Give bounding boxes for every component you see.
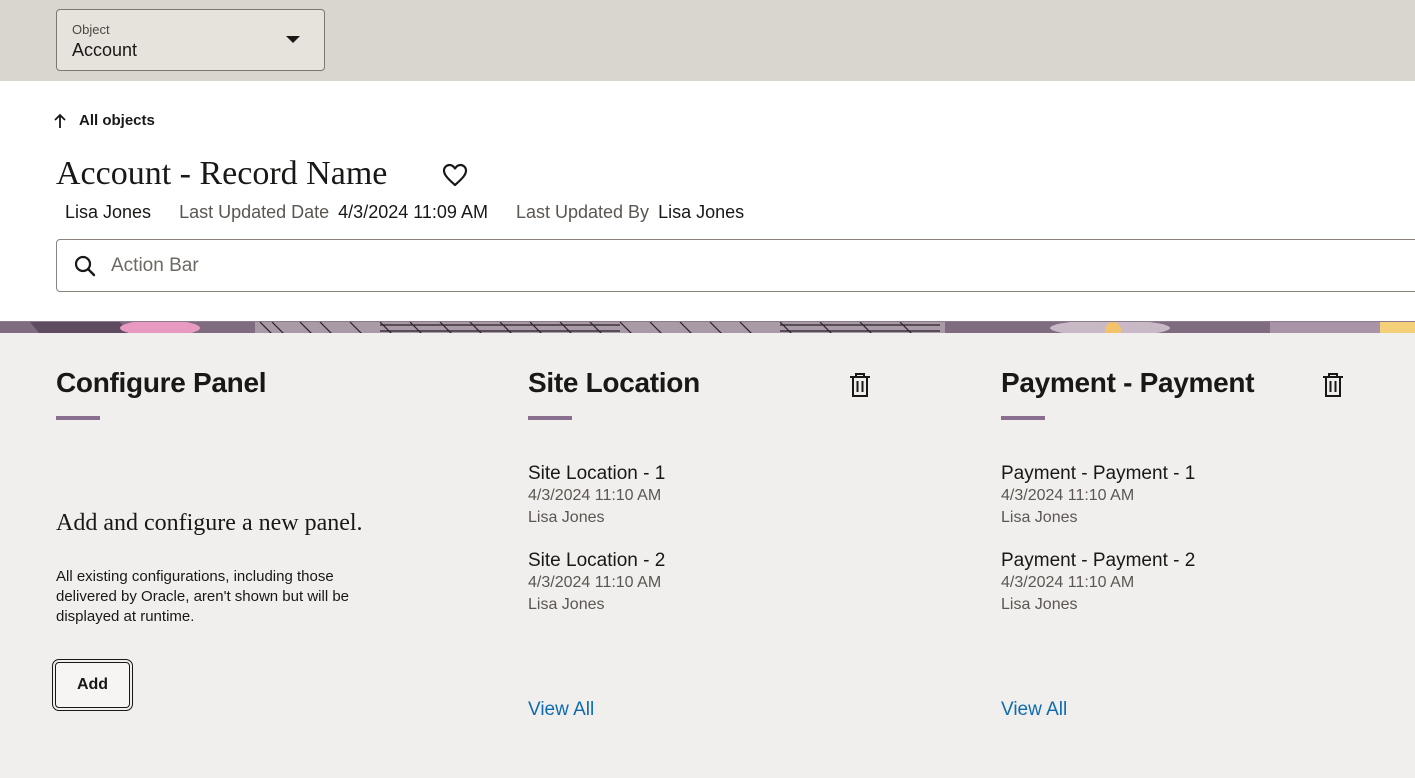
page-title: Account - Record Name bbox=[56, 155, 388, 192]
site-location-panel-title: Site Location bbox=[528, 367, 700, 398]
last-updated-by: Lisa Jones bbox=[658, 202, 745, 222]
site-location-view-all-link[interactable]: View All bbox=[528, 699, 594, 721]
record-date: 4/3/2024 11:10 AM bbox=[528, 487, 662, 504]
record-user: Lisa Jones bbox=[1001, 509, 1078, 526]
record-meta: Lisa Jones Last Updated Date 4/3/2024 11… bbox=[65, 202, 744, 223]
configure-panel-accent bbox=[56, 416, 100, 420]
arrow-up-icon bbox=[54, 113, 66, 128]
search-icon bbox=[74, 255, 96, 276]
list-item[interactable]: Site Location - 2 4/3/2024 11:10 AM Lisa… bbox=[528, 550, 665, 616]
record-title: Site Location - 2 bbox=[528, 550, 666, 571]
site-location-panel-accent bbox=[528, 416, 572, 420]
last-updated-date: 4/3/2024 11:09 AM bbox=[338, 202, 488, 222]
record-owner: Lisa Jones bbox=[65, 202, 152, 222]
record-user: Lisa Jones bbox=[1001, 596, 1078, 613]
object-select-value: Account bbox=[72, 40, 138, 60]
panels-area: Configure Panel Add and configure a new … bbox=[0, 333, 1415, 778]
list-item[interactable]: Site Location - 1 4/3/2024 11:10 AM Lisa… bbox=[528, 463, 665, 529]
object-select[interactable]: Object Account bbox=[56, 9, 325, 71]
all-objects-link[interactable]: All objects bbox=[53, 112, 155, 129]
payment-panel-accent bbox=[1001, 416, 1045, 420]
record-header: All objects Account - Record Name Lisa J… bbox=[0, 81, 1415, 321]
heart-icon[interactable] bbox=[441, 162, 469, 188]
configure-panel-message: Add and configure a new panel. bbox=[56, 510, 363, 536]
configure-panel-title: Configure Panel bbox=[56, 367, 267, 398]
list-item[interactable]: Payment - Payment - 2 4/3/2024 11:10 AM … bbox=[1001, 550, 1195, 616]
record-title: Site Location - 1 bbox=[528, 463, 666, 484]
payment-panel-title: Payment - Payment bbox=[1001, 367, 1255, 398]
decorative-banner bbox=[0, 321, 1415, 333]
action-bar-input[interactable] bbox=[111, 254, 1111, 277]
trash-icon[interactable] bbox=[847, 371, 873, 399]
last-updated-by-label: Last Updated By bbox=[515, 202, 650, 222]
object-select-label: Object bbox=[72, 22, 110, 37]
chevron-down-icon bbox=[286, 36, 300, 43]
last-updated-date-label: Last Updated Date bbox=[179, 202, 330, 222]
payment-view-all-link[interactable]: View All bbox=[1001, 699, 1067, 721]
add-panel-button[interactable]: Add bbox=[52, 659, 133, 711]
record-date: 4/3/2024 11:10 AM bbox=[528, 574, 662, 591]
list-item[interactable]: Payment - Payment - 1 4/3/2024 11:10 AM … bbox=[1001, 463, 1195, 529]
record-date: 4/3/2024 11:10 AM bbox=[1001, 574, 1135, 591]
configure-panel-note: All existing configurations, including t… bbox=[56, 568, 350, 625]
action-bar bbox=[56, 239, 1415, 292]
trash-icon[interactable] bbox=[1320, 371, 1346, 399]
record-title: Payment - Payment - 1 bbox=[1001, 463, 1196, 484]
record-title: Payment - Payment - 2 bbox=[1001, 550, 1196, 571]
object-selector-band: Object Account bbox=[0, 0, 1415, 81]
record-date: 4/3/2024 11:10 AM bbox=[1001, 487, 1135, 504]
record-user: Lisa Jones bbox=[528, 596, 605, 613]
all-objects-label: All objects bbox=[79, 112, 155, 129]
record-user: Lisa Jones bbox=[528, 509, 605, 526]
